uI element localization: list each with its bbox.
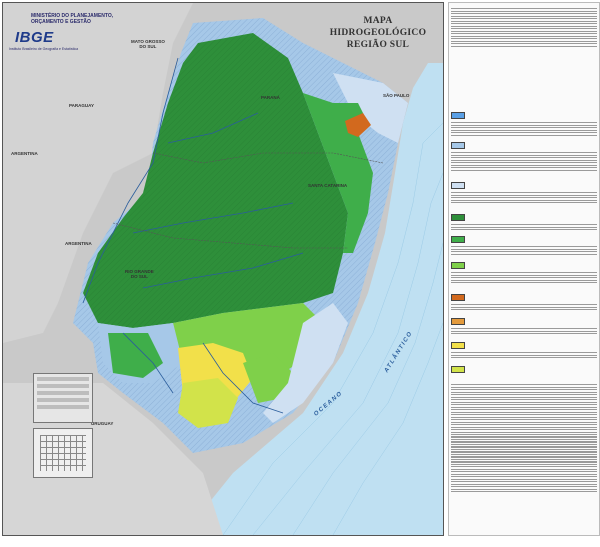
label-sao-paulo: SÃO PAULO [383,93,410,98]
legend-item [449,365,599,375]
label-mato-grosso-do-sul: MATO GROSSO DO SUL [131,39,165,49]
legend-item [449,317,599,327]
hydrogeological-map[interactable]: MINISTÉRIO DO PLANEJAMENTO, ORÇAMENTO E … [2,2,444,536]
label-parana: PARANÁ [261,95,280,100]
ministry-name: MINISTÉRIO DO PLANEJAMENTO, ORÇAMENTO E … [31,13,114,25]
inset-row [37,398,89,402]
ibge-logo: IBGE [15,29,54,46]
legend-item [449,213,599,223]
map-title-line1: MAPA HIDROGEOLÓGICO [329,16,427,38]
label-rio-grande-do-sul: RIO GRANDE DO SUL [125,269,154,279]
map-inset-legend [33,373,93,423]
legend-item [449,293,599,303]
ibge-brand: MINISTÉRIO DO PLANEJAMENTO, ORÇAMENTO E … [9,13,113,55]
sheet-index-grid [33,428,93,478]
legend-item [449,181,599,191]
inset-row [37,391,89,395]
legend-item [449,235,599,245]
label-argentina-mid: ARGENTINA [65,241,92,246]
index-grid-lines [40,435,86,471]
legend-item [449,341,599,351]
inset-row [37,377,89,381]
legend-panel [448,2,600,536]
ibge-subtitle: Instituto Brasileiro de Geografia e Esta… [9,47,79,51]
label-paraguay: PARAGUAY [69,103,95,108]
map-title-line2: REGIÃO SUL [346,40,410,50]
inset-row [37,405,89,409]
legend-intro-text [451,7,597,48]
legend-item [449,261,599,271]
label-uruguay: URUGUAY [91,421,114,426]
inset-row [37,384,89,388]
legend-item [449,141,599,151]
legend-item [449,111,599,121]
map-sheet: MINISTÉRIO DO PLANEJAMENTO, ORÇAMENTO E … [0,0,600,547]
legend-notes-text [451,383,597,494]
map-title: MAPA HIDROGEOLÓGICO REGIÃO SUL [323,15,433,51]
label-argentina-top: ARGENTINA [11,151,38,156]
label-santa-catarina: SANTA CATARINA [308,183,348,188]
